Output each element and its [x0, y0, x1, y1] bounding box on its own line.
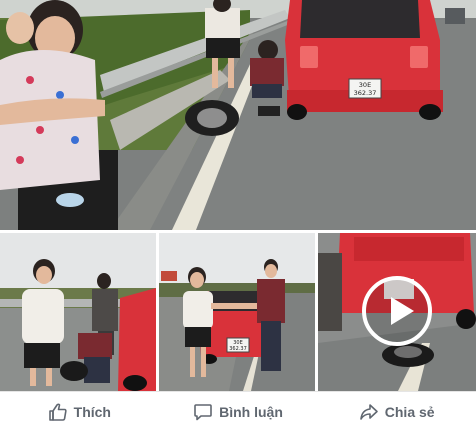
main-photo[interactable]: 30E 362.37: [0, 0, 476, 230]
share-arrow-icon: [359, 404, 378, 420]
thumb2-plate-line2: 362.37: [229, 346, 247, 352]
thumbnail-2-image: 30E 362.37: [159, 233, 315, 391]
main-plate-line2: 362.37: [354, 89, 377, 97]
facebook-post: 30E 362.37 30E 362.37 Thích Bình luận Ch…: [0, 0, 476, 432]
thumbs-up-icon: [48, 403, 67, 421]
comment-button[interactable]: Bình luận: [159, 392, 318, 432]
speech-bubble-icon: [194, 404, 212, 421]
thumbnail-photo-1[interactable]: [0, 233, 156, 391]
comment-label: Bình luận: [219, 404, 283, 420]
play-icon: [391, 297, 414, 325]
thumbnail-video-3[interactable]: [318, 233, 476, 391]
play-button[interactable]: [362, 276, 432, 346]
post-actions-bar: Thích Bình luận Chia sẻ: [0, 391, 476, 432]
like-label: Thích: [73, 404, 111, 420]
thumbnail-1-image: [0, 233, 156, 391]
thumbnail-photo-2[interactable]: 30E 362.37: [159, 233, 315, 391]
like-button[interactable]: Thích: [0, 392, 159, 432]
share-label: Chia sẻ: [384, 404, 435, 420]
share-button[interactable]: Chia sẻ: [317, 392, 476, 432]
main-plate-line1: 30E: [359, 81, 371, 89]
main-photo-image: 30E 362.37: [0, 0, 476, 230]
